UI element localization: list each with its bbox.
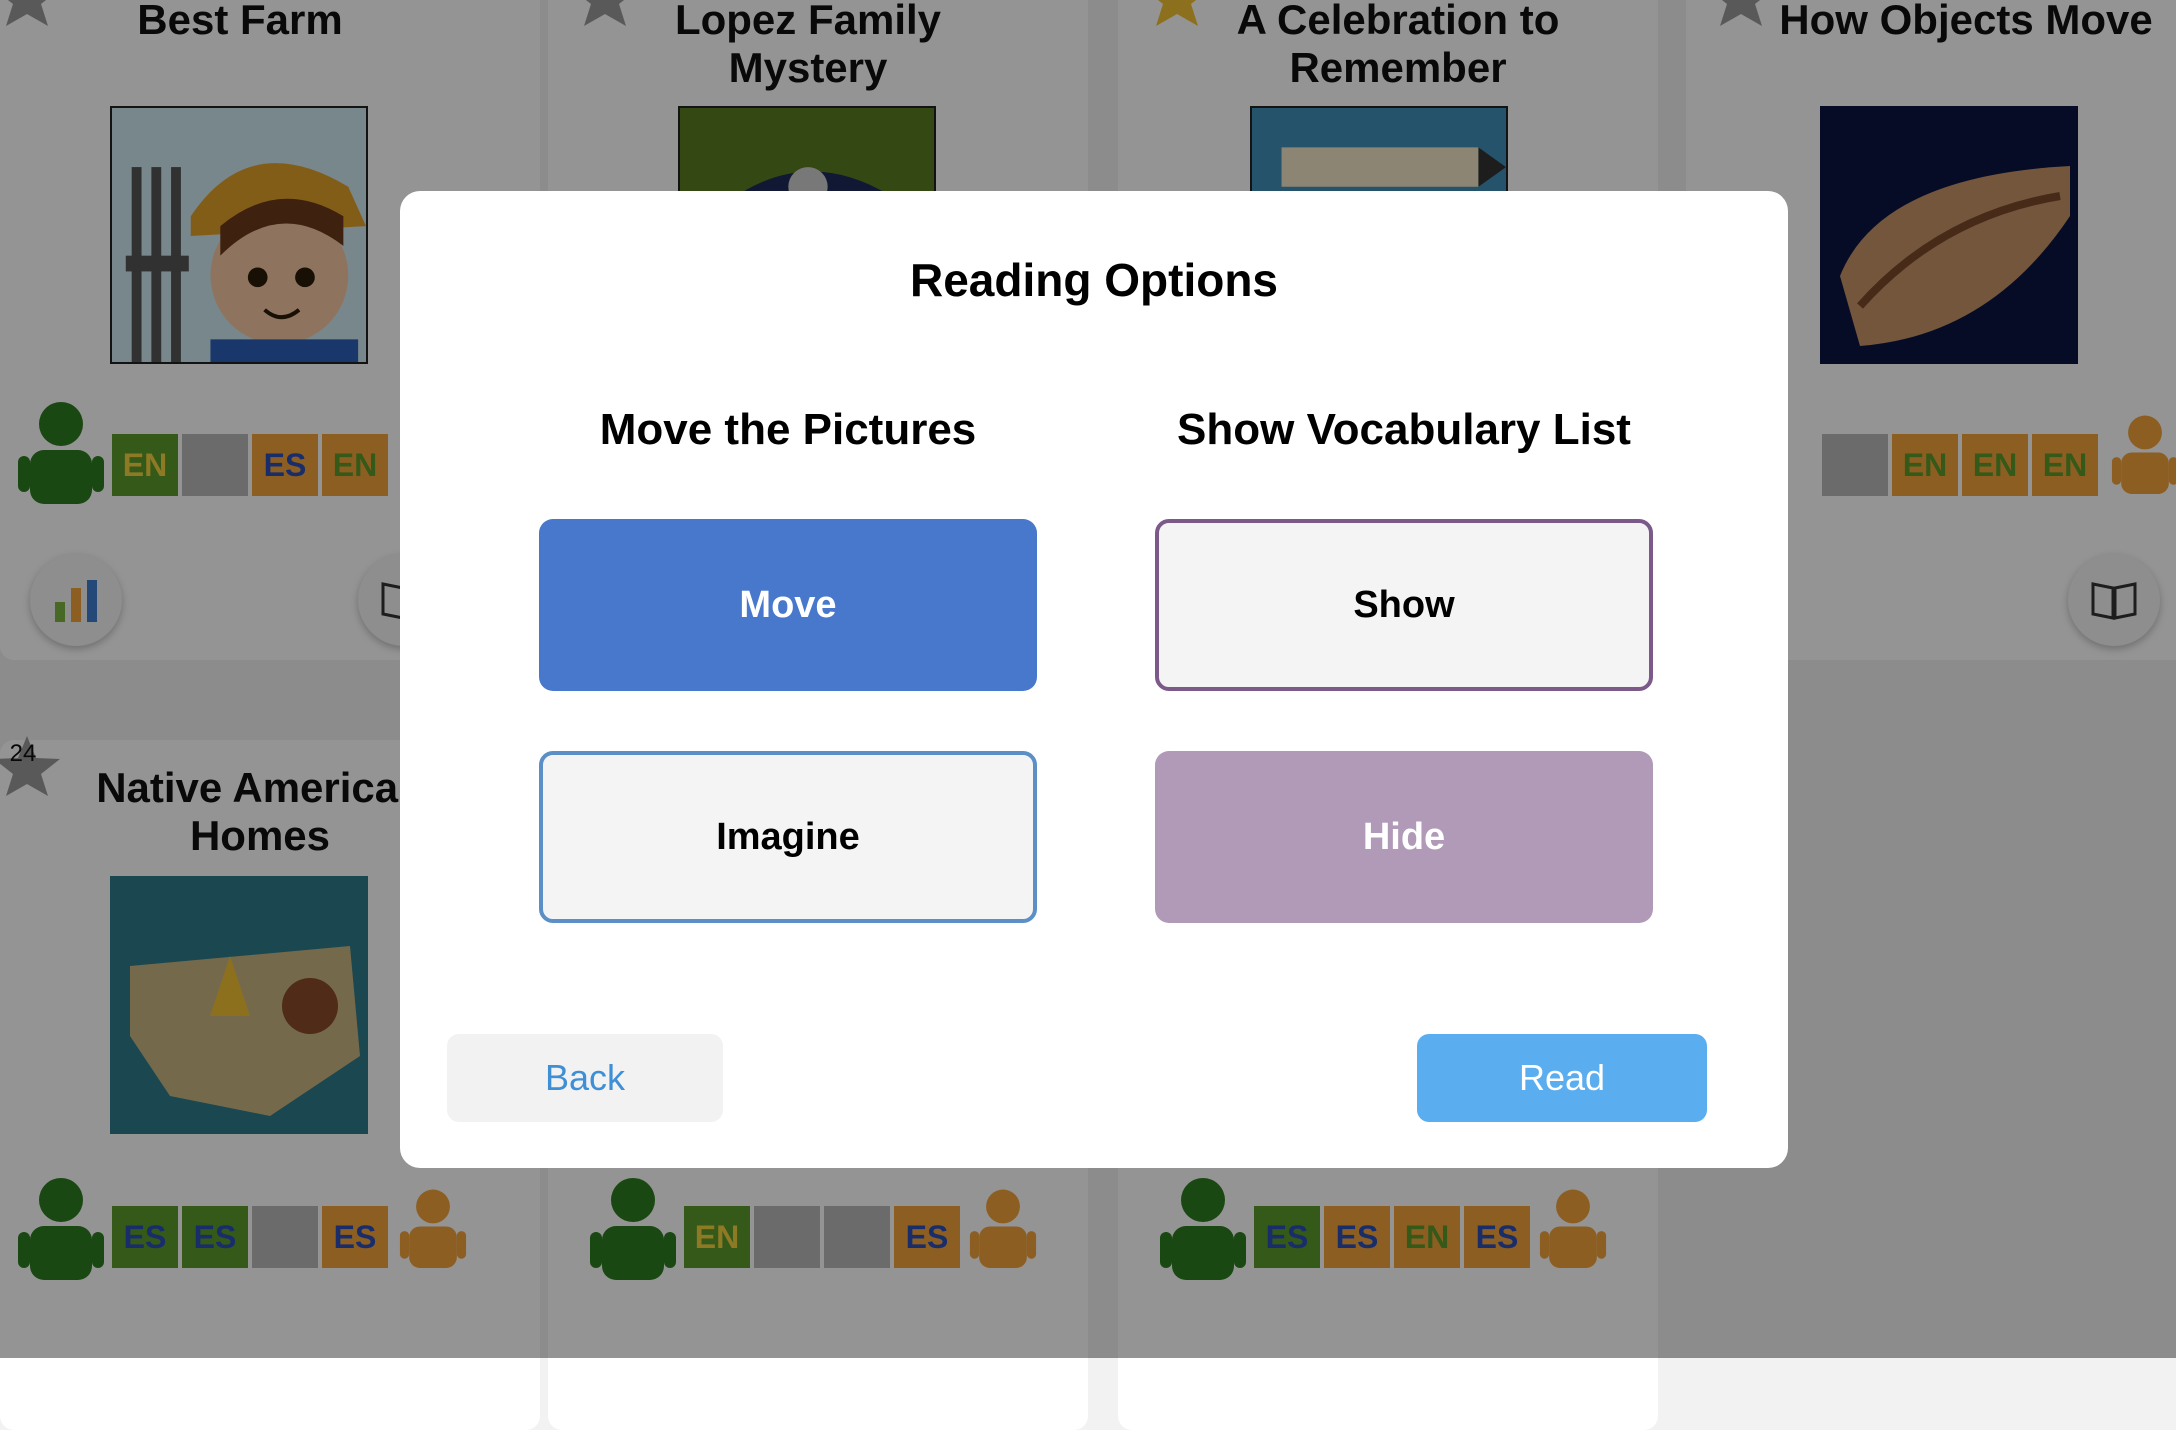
- show-vocabulary-button[interactable]: Show: [1155, 519, 1653, 691]
- imagine-option-button[interactable]: Imagine: [539, 751, 1037, 923]
- read-button[interactable]: Read: [1417, 1034, 1707, 1122]
- dialog-title: Reading Options: [910, 254, 1278, 306]
- move-pictures-heading: Move the Pictures: [599, 405, 977, 454]
- back-button[interactable]: Back: [447, 1034, 723, 1122]
- vocabulary-list-heading: Show Vocabulary List: [1177, 405, 1631, 454]
- hide-vocabulary-button[interactable]: Hide: [1155, 751, 1653, 923]
- move-option-button[interactable]: Move: [539, 519, 1037, 691]
- reading-options-dialog: Reading Options Move the Pictures Show V…: [400, 191, 1788, 1168]
